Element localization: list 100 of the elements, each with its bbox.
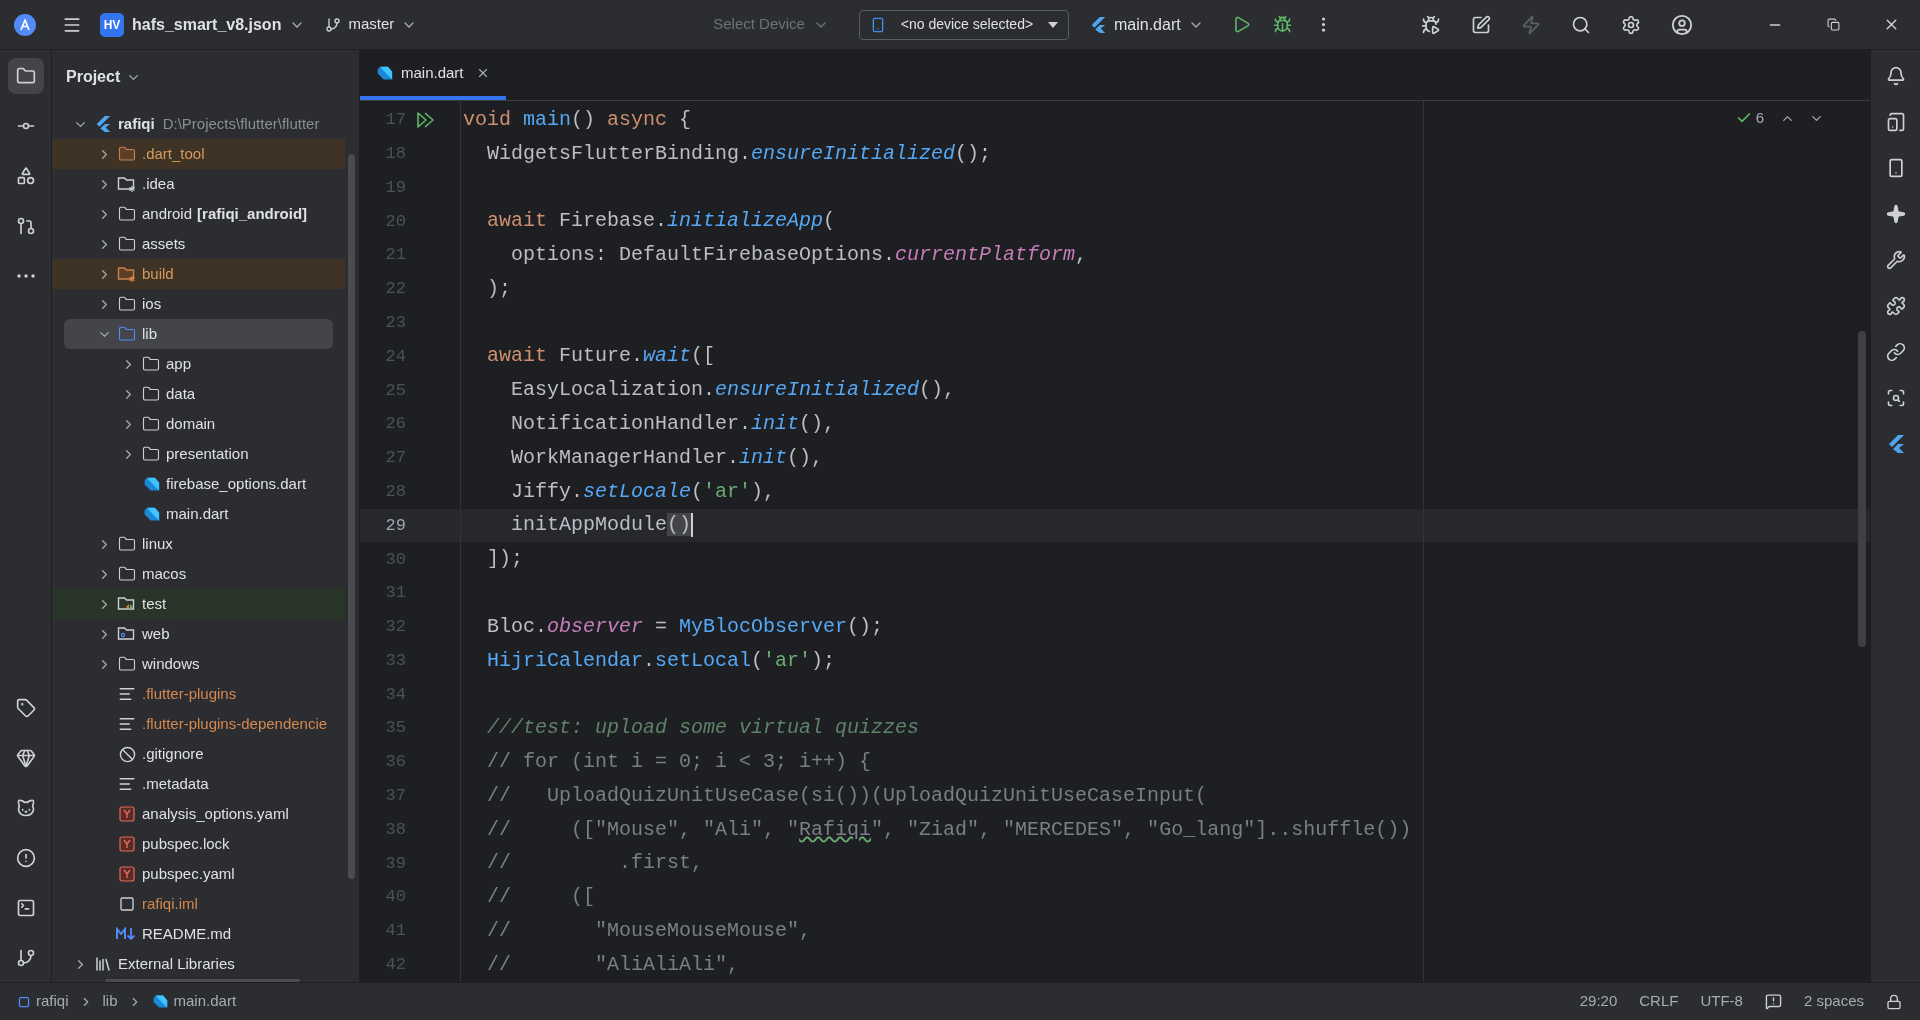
tag-icon[interactable] [15, 698, 36, 718]
lock-icon[interactable] [1886, 993, 1902, 1010]
puzzle-icon[interactable] [1885, 296, 1906, 316]
text-file-icon [118, 715, 136, 733]
notifications-icon[interactable] [1885, 66, 1906, 86]
inspector-icon[interactable] [1885, 388, 1906, 408]
tree-item[interactable]: pubspec.lock [52, 829, 345, 859]
problems-icon[interactable] [15, 848, 36, 868]
tree-item[interactable]: .dart_tool [52, 139, 345, 169]
editor-tab[interactable]: main.dart [360, 50, 506, 100]
module-icon [18, 995, 30, 1008]
tree-item-label: presentation [166, 443, 249, 464]
tree-item[interactable]: test [52, 589, 345, 619]
branch-icon [325, 16, 342, 33]
folder-icon [118, 145, 136, 163]
structure-icon [15, 166, 36, 186]
settings-icon[interactable] [1620, 14, 1641, 35]
horizontal-scrollbar[interactable] [105, 979, 300, 982]
caret-position[interactable]: 29:20 [1579, 990, 1618, 1013]
tree-item-label: assets [142, 233, 186, 254]
sparkle-icon[interactable] [1885, 204, 1906, 224]
branch-selector[interactable]: master [325, 13, 418, 36]
tree-item[interactable]: domain [52, 409, 345, 439]
tree-item[interactable]: README.md [52, 919, 345, 949]
tree-item-label: linux [142, 533, 173, 554]
tree-item[interactable]: External Libraries [52, 949, 345, 979]
tree-item[interactable]: windows [52, 649, 345, 679]
folder-icon [142, 385, 160, 403]
tree-item[interactable]: rafiqi D:\Projects\flutter\flutter [52, 109, 345, 139]
tree-item[interactable]: .metadata [52, 769, 345, 799]
tree-item-label: pubspec.yaml [142, 863, 235, 884]
tree-item[interactable]: macos [52, 559, 345, 589]
tree-item[interactable]: lib [64, 319, 333, 349]
tree-item[interactable]: analysis_options.yaml [52, 799, 345, 829]
editor-scrollbar[interactable] [1858, 331, 1866, 647]
bug-attach-icon[interactable] [1420, 14, 1441, 35]
tree-item[interactable]: presentation [52, 439, 345, 469]
tree-item[interactable]: linux [52, 529, 345, 559]
code-line: // (["Mouse", "Ali", "Rafiqi", "Ziad", "MERCEDES", "Go_lang"]..shuffle()) [486, 817, 1412, 842]
search-icon[interactable] [1570, 14, 1591, 35]
vertical-scrollbar[interactable] [348, 154, 355, 879]
code-line: // "MouseMouseMouse", [486, 919, 812, 943]
tree-item[interactable]: ios [52, 289, 345, 319]
gem-icon[interactable] [15, 748, 36, 768]
code-line: // UploadQuizUnitUseCase(si())(UploadQuizUnitUseCaseInput( [486, 783, 1208, 808]
more-icon [16, 274, 35, 278]
indent-setting[interactable]: 2 spaces [1803, 990, 1864, 1013]
code-line: ); [486, 276, 511, 301]
breadcrumb[interactable]: lib [102, 990, 118, 1013]
tree-item[interactable]: assets [52, 229, 345, 259]
debug-icon[interactable] [1272, 15, 1292, 34]
run-config-selector[interactable]: main.dart [1088, 12, 1204, 37]
tree-item[interactable]: .gitignore [52, 739, 345, 769]
breadcrumb[interactable]: main.dart [151, 990, 237, 1013]
tree-item[interactable]: rafiqi.iml [52, 889, 345, 919]
inspection-widget[interactable]: 6 [1735, 107, 1764, 130]
tree-item[interactable]: build [52, 259, 345, 289]
device-edit-icon[interactable] [1470, 14, 1491, 35]
tree-item-label: android [142, 203, 193, 224]
breadcrumb[interactable]: rafiqi [18, 990, 69, 1013]
line-separator[interactable]: CRLF [1639, 990, 1679, 1013]
tree-item[interactable]: android [rafiqi_android] [52, 199, 345, 229]
tree-item[interactable]: pubspec.yaml [52, 859, 345, 889]
wrench-icon[interactable] [1885, 250, 1906, 270]
tree-item[interactable]: web [52, 619, 345, 649]
app-logo-icon[interactable] [14, 13, 36, 36]
tree-item-label: External Libraries [118, 953, 235, 974]
folder-gear-icon [117, 175, 137, 193]
tree-item[interactable]: data [52, 379, 345, 409]
tree-item[interactable]: app [52, 349, 345, 379]
inspection-icon[interactable] [1764, 993, 1782, 1010]
test-folder-icon [117, 595, 137, 613]
yaml-file-icon [119, 866, 135, 882]
restore-icon[interactable] [1826, 18, 1840, 31]
tree-item[interactable]: .flutter-plugins-dependencie [52, 709, 345, 739]
device-dropdown[interactable]: <no device selected> [858, 9, 1069, 40]
tree-item[interactable]: .flutter-plugins [52, 679, 345, 709]
tree-item[interactable]: main.dart [52, 499, 345, 529]
library-icon [94, 955, 112, 973]
branch-name: master [348, 14, 395, 35]
tree-item[interactable]: firebase_options.dart [52, 469, 345, 499]
link-icon[interactable] [1885, 342, 1906, 362]
folder-gear-icon [117, 265, 137, 283]
line-number: 29 [384, 514, 406, 537]
tree-item[interactable]: .idea [52, 169, 345, 199]
project-selector[interactable]: HV hafs_smart_v8.json [100, 12, 306, 37]
run-gutter-icon[interactable] [416, 110, 436, 129]
panel-title[interactable]: Project [66, 65, 121, 89]
account-icon[interactable] [1670, 13, 1693, 36]
cat-icon[interactable] [15, 798, 36, 818]
tree-item-label: pubspec.lock [142, 833, 230, 854]
code-line: WorkManagerHandler.init(), [510, 445, 824, 470]
terminal-icon[interactable] [15, 898, 36, 918]
tree-item-label: .metadata [142, 773, 209, 794]
device-manager-icon[interactable] [1885, 112, 1906, 132]
tool-window-button[interactable] [7, 58, 44, 94]
git-branch-icon[interactable] [15, 948, 36, 968]
folder-icon [118, 205, 136, 223]
file-encoding[interactable]: UTF-8 [1700, 990, 1743, 1013]
tree-item-label: .gitignore [142, 743, 204, 764]
